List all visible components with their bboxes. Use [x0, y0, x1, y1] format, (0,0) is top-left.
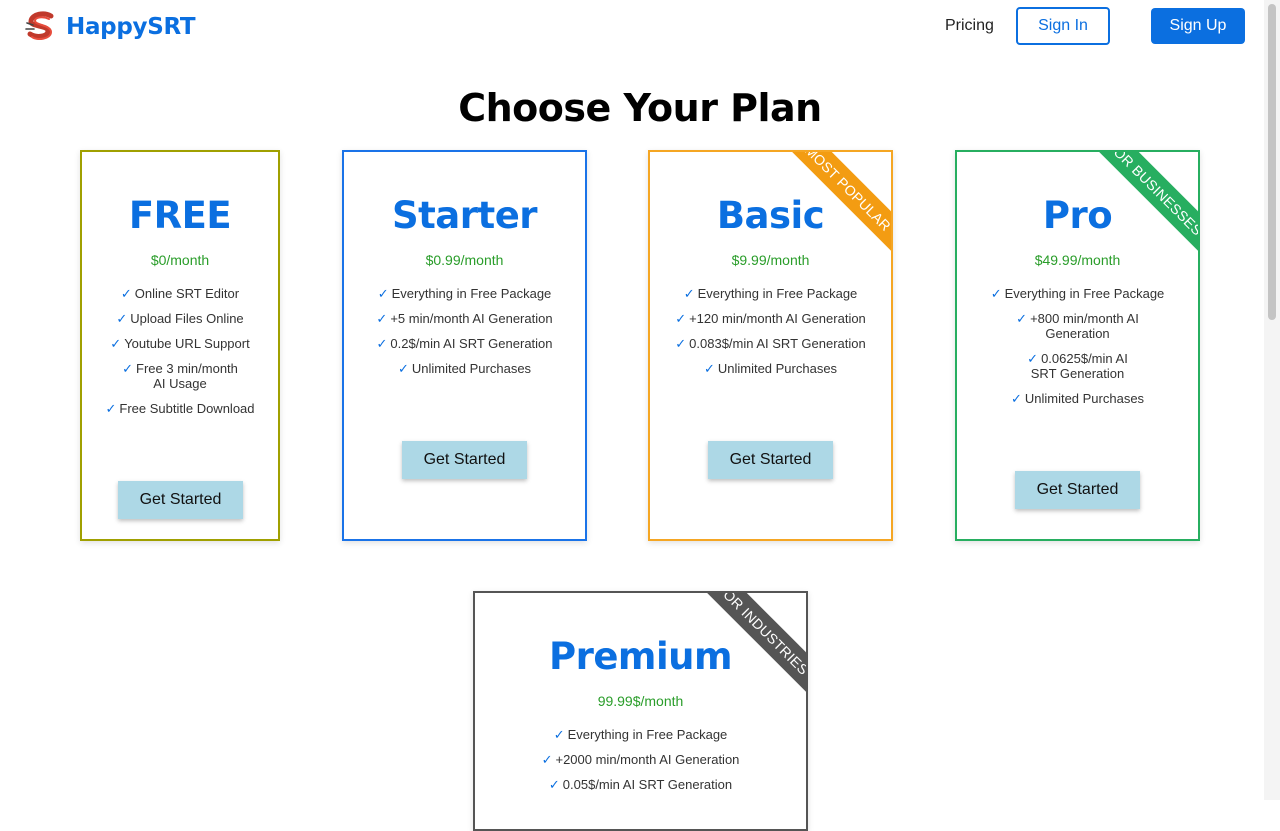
feature-list: ✓ Everything in Free Package ✓ +800 min/mo…	[971, 286, 1184, 416]
plan-price: 99.99$/month	[597, 693, 684, 709]
nav-pricing-link[interactable]: Pricing	[945, 17, 994, 35]
check-icon: ✓	[675, 336, 687, 351]
scrollbar-thumb[interactable]	[1268, 4, 1276, 320]
get-started-button[interactable]: Get Started	[1015, 471, 1140, 509]
feature-item: ✓ Upload Files Online	[116, 311, 244, 326]
plan-card-pro: Pro $49.99/month ✓ Everything in Free Pac…	[955, 150, 1200, 541]
check-icon: ✓	[376, 336, 388, 351]
top-navbar: HappySRT Pricing Sign In Sign Up	[0, 0, 1264, 56]
check-icon: ✓	[683, 286, 695, 301]
feature-item: ✓ +800 min/month AI Generation	[1016, 311, 1139, 341]
feature-item: ✓ Unlimited Purchases	[1010, 391, 1145, 406]
check-icon: ✓	[1027, 351, 1039, 366]
check-icon: ✓	[122, 361, 134, 376]
check-icon: ✓	[376, 311, 388, 326]
feature-list: ✓ Everything in Free Package ✓ +5 min/mont…	[358, 286, 571, 386]
feature-item: ✓ Free 3 min/month AI Usage	[122, 361, 238, 391]
check-icon: ✓	[397, 361, 409, 376]
plan-name: FREE	[128, 194, 232, 237]
sign-in-button[interactable]: Sign In	[1016, 7, 1110, 45]
feature-item: ✓ +5 min/month AI Generation	[376, 311, 553, 326]
feature-item: ✓ 0.05$/min AI SRT Generation	[548, 777, 733, 792]
feature-item: ✓ Free Subtitle Download	[105, 401, 255, 416]
check-icon: ✓	[553, 727, 565, 742]
feature-item: ✓ Online SRT Editor	[120, 286, 240, 301]
plan-card-premium: Premium 99.99$/month ✓ Everything in Free…	[473, 591, 808, 831]
plan-name: Starter	[391, 194, 538, 237]
check-icon: ✓	[703, 361, 715, 376]
plan-card-basic: Basic $9.99/month ✓ Everything in Free Pa…	[648, 150, 893, 541]
check-icon: ✓	[990, 286, 1002, 301]
get-started-button[interactable]: Get Started	[402, 441, 527, 479]
feature-item: ✓ +2000 min/month AI Generation	[541, 752, 740, 767]
feature-item: ✓ Everything in Free Package	[553, 727, 728, 742]
check-icon: ✓	[675, 311, 687, 326]
check-icon: ✓	[541, 752, 553, 767]
get-started-button[interactable]: Get Started	[118, 481, 243, 519]
check-icon: ✓	[116, 311, 128, 326]
check-icon: ✓	[110, 336, 122, 351]
feature-list: ✓ Online SRT Editor ✓ Upload Files Online …	[96, 286, 264, 426]
check-icon: ✓	[120, 286, 132, 301]
feature-item: ✓ 0.083$/min AI SRT Generation	[675, 336, 866, 351]
check-icon: ✓	[1016, 311, 1028, 326]
plan-price: $0/month	[150, 252, 210, 268]
happysrt-logo-icon	[25, 11, 54, 41]
plan-card-free: FREE $0/month ✓ Online SRT Editor ✓ Upload…	[80, 150, 280, 541]
feature-list: ✓ Everything in Free Package ✓ +2000 min/m…	[489, 727, 792, 802]
check-icon: ✓	[1010, 391, 1022, 406]
feature-item: ✓ 0.0625$/min AI SRT Generation	[1027, 351, 1128, 381]
feature-item: ✓ +120 min/month AI Generation	[675, 311, 866, 326]
feature-item: ✓ 0.2$/min AI SRT Generation	[376, 336, 553, 351]
plan-price: $49.99/month	[1034, 252, 1121, 268]
brand-logo[interactable]: HappySRT	[24, 10, 196, 44]
feature-item: ✓ Unlimited Purchases	[397, 361, 532, 376]
plan-price: $9.99/month	[731, 252, 810, 268]
sign-up-button[interactable]: Sign Up	[1151, 8, 1245, 44]
get-started-button[interactable]: Get Started	[708, 441, 833, 479]
page-title: Choose Your Plan	[458, 86, 822, 130]
brand-name: HappySRT	[66, 14, 196, 40]
feature-item: ✓ Everything in Free Package	[377, 286, 552, 301]
plan-price: $0.99/month	[425, 252, 504, 268]
check-icon: ✓	[105, 401, 117, 416]
feature-item: ✓ Everything in Free Package	[683, 286, 858, 301]
feature-item: ✓ Everything in Free Package	[990, 286, 1165, 301]
feature-item: ✓ Unlimited Purchases	[703, 361, 838, 376]
check-icon: ✓	[377, 286, 389, 301]
check-icon: ✓	[548, 777, 560, 792]
plan-card-starter: Starter $0.99/month ✓ Everything in Free …	[342, 150, 587, 541]
feature-list: ✓ Everything in Free Package ✓ +120 min/mo…	[664, 286, 877, 386]
feature-item: ✓ Youtube URL Support	[110, 336, 250, 351]
